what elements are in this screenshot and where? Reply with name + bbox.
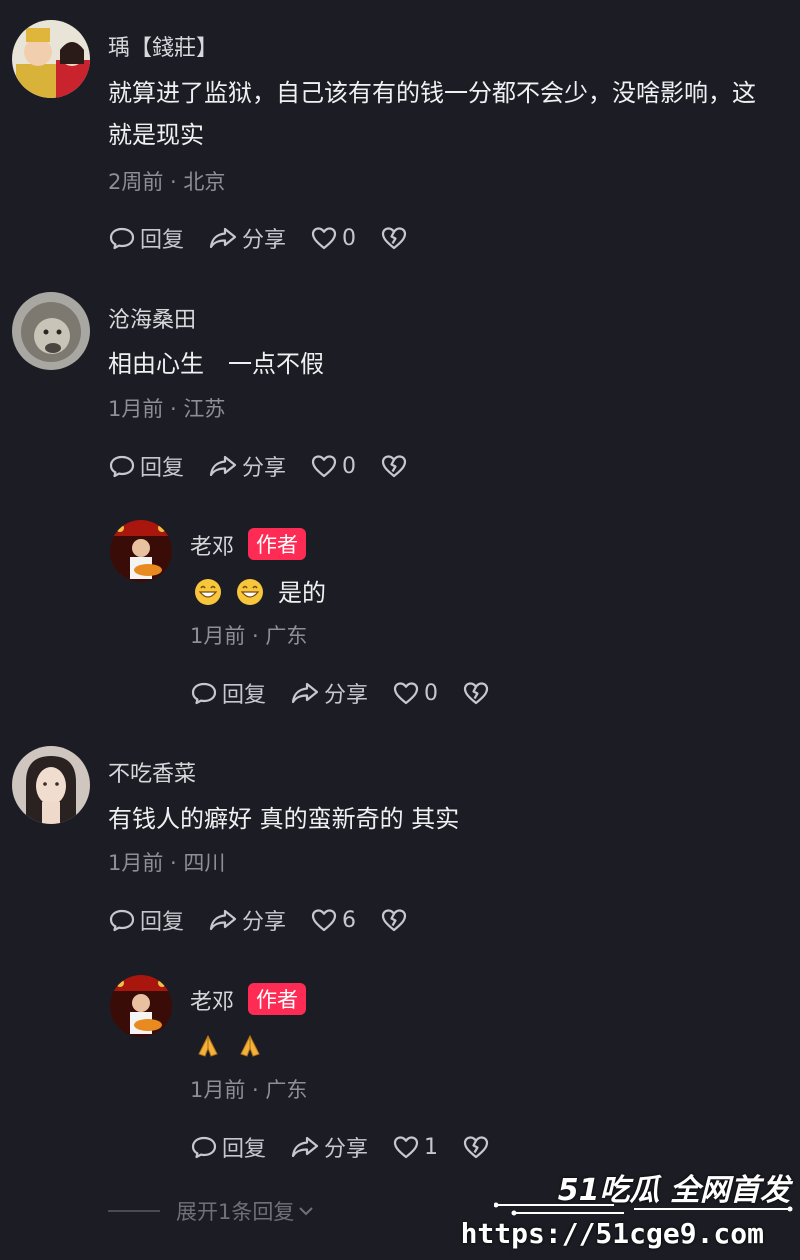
dislike-button[interactable] [380, 224, 412, 252]
share-button[interactable]: 分享 [208, 222, 286, 254]
heart-icon [393, 682, 419, 705]
heart-icon [311, 227, 337, 250]
author-badge: 作者 [248, 528, 307, 560]
share-icon [209, 909, 237, 931]
reply-icon [191, 682, 217, 705]
share-icon [209, 227, 237, 249]
reply-icon [109, 455, 135, 478]
reply-button[interactable]: 回复 [108, 222, 184, 254]
comment-text: 是的 [194, 572, 800, 614]
comment-actions: 回复 分享 0 [108, 450, 436, 482]
reply-text: 是的 [278, 579, 326, 607]
reply-button[interactable]: 回复 [190, 677, 266, 709]
like-count: 0 [342, 453, 357, 479]
reply-icon [109, 909, 135, 932]
like-button[interactable]: 1 [392, 1133, 438, 1161]
heart-icon [311, 455, 337, 478]
watermark-url: https://51cge9.com [460, 1217, 764, 1250]
username-label: 老邓 [190, 535, 235, 560]
avatar[interactable] [110, 520, 172, 582]
dislike-button[interactable] [462, 1133, 494, 1161]
username[interactable]: 不吃香菜 [108, 756, 196, 788]
comment-actions: 回复 分享 0 [190, 677, 518, 709]
comment-text: 有钱人的癖好 真的蛮新奇的 其实 [108, 805, 460, 833]
reply-button[interactable]: 回复 [108, 904, 184, 936]
comment-text: 相由心生 一点不假 [108, 350, 324, 378]
folded-hands-emoji [198, 1034, 218, 1057]
comment-text [194, 1026, 800, 1068]
share-icon [209, 455, 237, 477]
chevron-down-icon [299, 1207, 314, 1216]
reply-button[interactable]: 回复 [190, 1131, 266, 1163]
like-count: 0 [342, 225, 357, 251]
reply-label: 回复 [140, 456, 185, 481]
watermark: 51吃瓜 全网首发 https://51cge9.com [461, 1165, 794, 1257]
comment-meta: 1月前 · 四川 [108, 851, 226, 875]
share-label: 分享 [324, 683, 369, 708]
avatar[interactable] [110, 975, 172, 1037]
comment-list: 瑀【錢莊】 就算进了监狱，自己该有有的钱一分都不会少，没啥影响，这就是现实 2周… [0, 0, 800, 1260]
share-label: 分享 [324, 1137, 369, 1162]
like-count: 0 [424, 680, 439, 706]
comment-meta: 1月前 · 广东 [190, 624, 308, 648]
reply-label: 回复 [140, 228, 185, 253]
share-label: 分享 [242, 910, 287, 935]
reply-label: 回复 [222, 683, 267, 708]
like-button[interactable]: 6 [310, 906, 356, 934]
reply-icon [109, 227, 135, 250]
broken-heart-icon [381, 909, 407, 932]
share-button[interactable]: 分享 [208, 904, 286, 936]
share-button[interactable]: 分享 [208, 450, 286, 482]
reply-label: 回复 [222, 1137, 267, 1162]
comment-text: 就算进了监狱，自己该有有的钱一分都不会少，没啥影响，这就是现实 [108, 79, 756, 149]
comment-actions: 回复 分享 6 [108, 904, 436, 936]
share-button[interactable]: 分享 [290, 1131, 368, 1163]
comment-actions: 回复 分享 0 [108, 222, 436, 254]
folded-hands-emoji [240, 1034, 260, 1057]
expand-label: 展开1条回复 [176, 1200, 295, 1224]
comment-meta: 1月前 · 广东 [190, 1078, 308, 1102]
share-label: 分享 [242, 228, 287, 253]
username-label: 老邓 [190, 990, 235, 1015]
grinning-face-emoji [195, 579, 221, 605]
avatar[interactable] [12, 20, 90, 98]
share-button[interactable]: 分享 [290, 677, 368, 709]
like-count: 6 [342, 907, 357, 933]
username[interactable]: 老邓 作者 [190, 983, 307, 1016]
comment-meta: 2周前 · 北京 [108, 170, 226, 194]
expand-replies-button[interactable]: 展开1条回复 [108, 1196, 316, 1226]
share-icon [291, 682, 319, 704]
avatar[interactable] [12, 292, 90, 370]
like-button[interactable]: 0 [392, 679, 438, 707]
like-button[interactable]: 0 [310, 452, 356, 480]
dislike-button[interactable] [462, 679, 494, 707]
like-count: 1 [424, 1134, 439, 1160]
dislike-button[interactable] [380, 452, 412, 480]
username[interactable]: 瑀【錢莊】 [108, 30, 218, 62]
dislike-button[interactable] [380, 906, 412, 934]
grinning-face-emoji [237, 579, 263, 605]
heart-icon [311, 909, 337, 932]
username[interactable]: 老邓 作者 [190, 528, 307, 561]
username[interactable]: 沧海桑田 [108, 302, 196, 334]
expand-divider [108, 1210, 160, 1212]
share-label: 分享 [242, 456, 287, 481]
broken-heart-icon [463, 682, 489, 705]
broken-heart-icon [463, 1136, 489, 1159]
broken-heart-icon [381, 455, 407, 478]
heart-icon [393, 1136, 419, 1159]
reply-button[interactable]: 回复 [108, 450, 184, 482]
author-badge: 作者 [248, 983, 307, 1015]
comment-meta: 1月前 · 江苏 [108, 397, 226, 421]
like-button[interactable]: 0 [310, 224, 356, 252]
reply-icon [191, 1136, 217, 1159]
share-icon [291, 1136, 319, 1158]
comment-actions: 回复 分享 1 [190, 1131, 518, 1163]
reply-label: 回复 [140, 910, 185, 935]
broken-heart-icon [381, 227, 407, 250]
avatar[interactable] [12, 746, 90, 824]
